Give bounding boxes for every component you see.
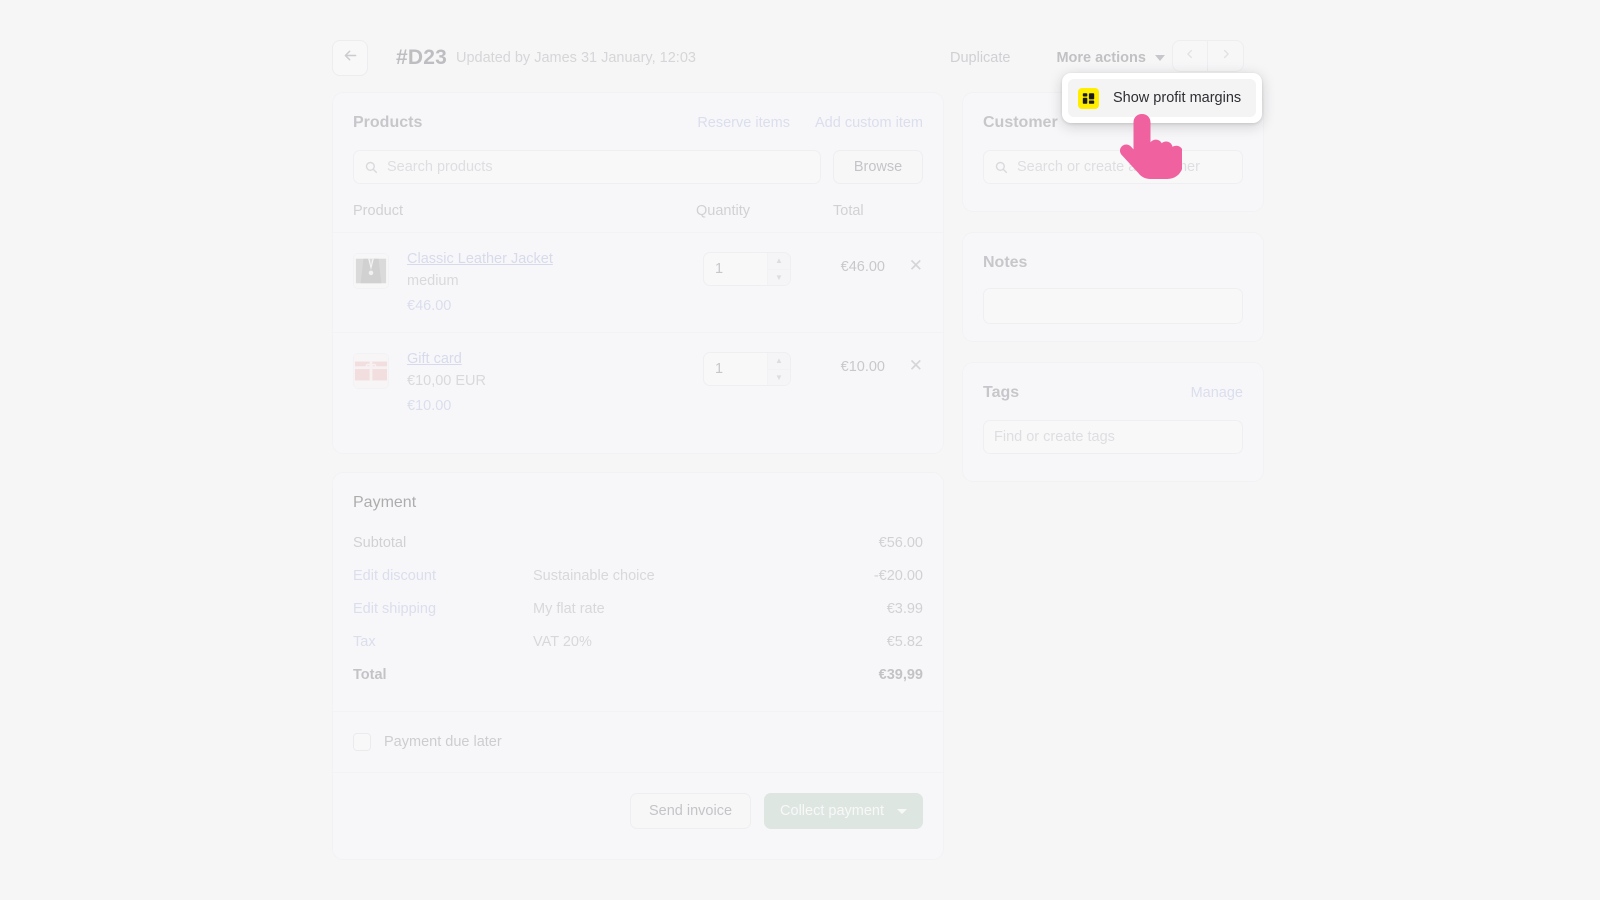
search-icon	[364, 160, 379, 175]
table-row: Classic Leather Jacket medium €46.00 1 ▲…	[333, 233, 943, 333]
order-number: #D23	[396, 46, 448, 69]
close-icon[interactable]: ✕	[885, 351, 923, 376]
notes-textarea[interactable]	[983, 288, 1243, 324]
collect-payment-label: Collect payment	[780, 803, 884, 819]
payment-due-later-label: Payment due later	[384, 734, 502, 750]
product-price[interactable]: €46.00	[407, 298, 703, 314]
payment-row-tax: Tax VAT 20% €5.82	[353, 625, 923, 658]
notes-title: Notes	[983, 254, 1028, 271]
send-invoice-button[interactable]: Send invoice	[630, 793, 752, 829]
tags-card: Tags Manage Find or create tags	[962, 362, 1264, 482]
payment-row-amount: €5.82	[886, 633, 923, 650]
payment-row-total: Total €39,99	[353, 658, 923, 691]
payment-title: Payment	[353, 494, 417, 511]
table-row: Gift card €10,00 EUR €10.00 1 ▲ ▼ €10.00…	[333, 333, 943, 432]
leather-jacket-photo	[353, 253, 389, 289]
tags-title: Tags	[983, 384, 1020, 401]
line-item-info: Gift card €10,00 EUR €10.00	[407, 351, 703, 414]
tags-input[interactable]: Find or create tags	[983, 420, 1243, 454]
previous-order-button[interactable]	[1172, 40, 1208, 72]
payment-row-description: Sustainable choice	[533, 567, 655, 584]
payment-row-amount: €56.00	[878, 534, 923, 551]
product-price[interactable]: €10.00	[407, 398, 703, 414]
stepper-buttons: ▲ ▼	[767, 253, 790, 285]
quantity-stepper[interactable]: 1 ▲ ▼	[703, 252, 791, 286]
quantity-value[interactable]: 1	[704, 353, 767, 385]
quantity-increment-button[interactable]: ▲	[768, 353, 790, 370]
product-search-placeholder: Search products	[387, 159, 493, 175]
updated-timestamp: Updated by James 31 January, 12:03	[456, 50, 696, 66]
edit-shipping-link[interactable]: Edit shipping	[353, 601, 533, 617]
more-actions-label: More actions	[1056, 50, 1146, 66]
column-product: Product	[353, 203, 403, 219]
payment-due-later-row[interactable]: Payment due later	[333, 712, 943, 773]
payment-row-label: Total	[353, 666, 387, 683]
profit-margins-icon	[1078, 87, 1099, 109]
chevron-down-icon	[1154, 55, 1165, 61]
more-actions-button[interactable]: More actions	[1056, 50, 1165, 66]
payment-row-description: VAT 20%	[533, 633, 592, 650]
manage-tags-link[interactable]: Manage	[1191, 385, 1243, 401]
edit-discount-link[interactable]: Edit discount	[353, 568, 533, 584]
payment-card: Payment Subtotal €56.00 Edit discount Su…	[332, 472, 944, 860]
chevron-down-icon	[897, 808, 907, 814]
duplicate-button[interactable]: Duplicate	[950, 50, 1010, 66]
tax-link[interactable]: Tax	[353, 634, 533, 650]
pointing-hand-cursor	[1112, 112, 1183, 180]
payment-row-amount: €39,99	[878, 666, 923, 683]
products-column-headers: Product Quantity Total	[333, 184, 943, 233]
payment-due-later-checkbox[interactable]	[353, 733, 371, 751]
line-item-info: Classic Leather Jacket medium €46.00	[407, 251, 703, 314]
reserve-items-link[interactable]: Reserve items	[697, 115, 790, 131]
back-button[interactable]	[332, 40, 368, 76]
product-variant: medium	[407, 273, 459, 289]
quantity-value[interactable]: 1	[704, 253, 767, 285]
product-variant: €10,00 EUR	[407, 373, 486, 389]
next-order-button[interactable]	[1208, 40, 1244, 72]
order-draft-page: #D23 Updated by James 31 January, 12:03 …	[0, 0, 1600, 900]
tags-placeholder: Find or create tags	[994, 429, 1115, 445]
chevron-right-icon	[1219, 47, 1233, 66]
collect-payment-button[interactable]: Collect payment	[764, 793, 923, 829]
line-item-total: €10.00	[840, 359, 885, 375]
payment-row-label: Subtotal	[353, 534, 407, 551]
products-title: Products	[353, 114, 423, 131]
products-header-links: Reserve items Add custom item	[697, 115, 923, 131]
notes-card: Notes	[962, 232, 1264, 342]
quantity-increment-button[interactable]: ▲	[768, 253, 790, 270]
payment-row-amount: €3.99	[886, 600, 923, 617]
browse-button[interactable]: Browse	[833, 150, 923, 184]
chevron-left-icon	[1183, 47, 1197, 66]
add-custom-item-link[interactable]: Add custom item	[815, 115, 923, 131]
gift-card-image	[353, 353, 389, 389]
column-quantity: Quantity	[696, 203, 750, 219]
products-card-header: Products Reserve items Add custom item	[333, 93, 943, 132]
product-search-input[interactable]: Search products	[353, 150, 821, 184]
payment-row-description: My flat rate	[533, 600, 605, 617]
tags-card-header: Tags Manage	[963, 363, 1263, 402]
column-total: Total	[833, 203, 864, 219]
products-card: Products Reserve items Add custom item S…	[332, 92, 944, 454]
quantity-decrement-button[interactable]: ▼	[768, 269, 790, 285]
payment-row-subtotal: Subtotal €56.00	[353, 526, 923, 559]
payment-rows: Subtotal €56.00 Edit discount Sustainabl…	[333, 512, 943, 691]
payment-actions: Send invoice Collect payment	[333, 773, 943, 849]
menu-item-label: Show profit margins	[1113, 90, 1242, 106]
product-link[interactable]: Classic Leather Jacket	[407, 251, 703, 267]
quantity-stepper[interactable]: 1 ▲ ▼	[703, 352, 791, 386]
quantity-decrement-button[interactable]: ▼	[768, 369, 790, 385]
customer-title: Customer	[983, 114, 1058, 131]
payment-row-shipping: Edit shipping My flat rate €3.99	[353, 592, 923, 625]
notes-card-header: Notes	[963, 233, 1263, 272]
stepper-buttons: ▲ ▼	[767, 353, 790, 385]
product-link[interactable]: Gift card	[407, 351, 703, 367]
payment-row-discount: Edit discount Sustainable choice -€20.00	[353, 559, 923, 592]
pagination	[1172, 40, 1244, 72]
search-icon	[994, 160, 1009, 175]
close-icon[interactable]: ✕	[885, 251, 923, 276]
product-search-row: Search products Browse	[333, 132, 943, 184]
line-item-total: €46.00	[840, 259, 885, 275]
payment-row-amount: -€20.00	[873, 567, 923, 584]
arrow-left-icon	[342, 47, 359, 69]
